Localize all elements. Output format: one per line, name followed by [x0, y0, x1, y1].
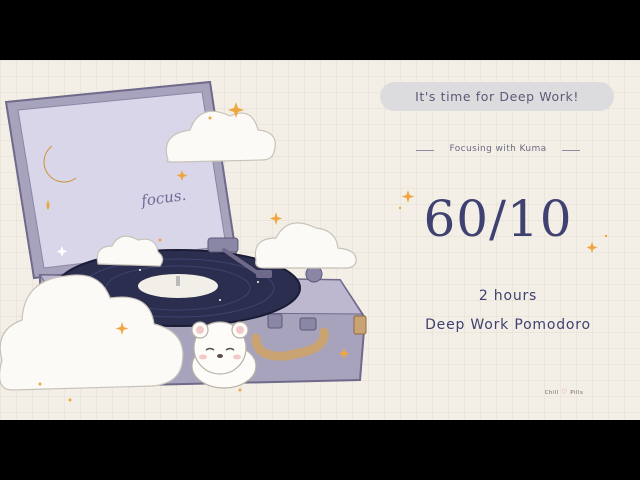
- subtitle-dash-right: [562, 150, 580, 151]
- duration-label: 2 hours: [478, 288, 538, 304]
- subtitle-text: Focusing with Kuma: [449, 144, 547, 154]
- focus-break-ratio: 60/10: [423, 190, 573, 248]
- video-frame: focus. It's time for Deep Work! Focusing…: [0, 60, 640, 420]
- brand-left: Chill: [544, 390, 559, 396]
- bear-kuma: [191, 321, 257, 389]
- focusing-subtitle: Focusing with Kuma: [410, 144, 586, 158]
- record-player-illustration: focus.: [0, 80, 367, 402]
- session-title: Deep Work Pomodoro: [425, 317, 591, 333]
- brand-logo: Chill ♡ Pills: [532, 388, 596, 396]
- cloud-mid-right: [254, 222, 357, 269]
- brand-heart-icon: ♡: [561, 388, 569, 396]
- brand-right: Pills: [570, 390, 584, 396]
- letterbox-bottom: [0, 420, 640, 480]
- letterbox-top: [0, 0, 640, 60]
- deep-work-banner: It's time for Deep Work!: [380, 82, 614, 111]
